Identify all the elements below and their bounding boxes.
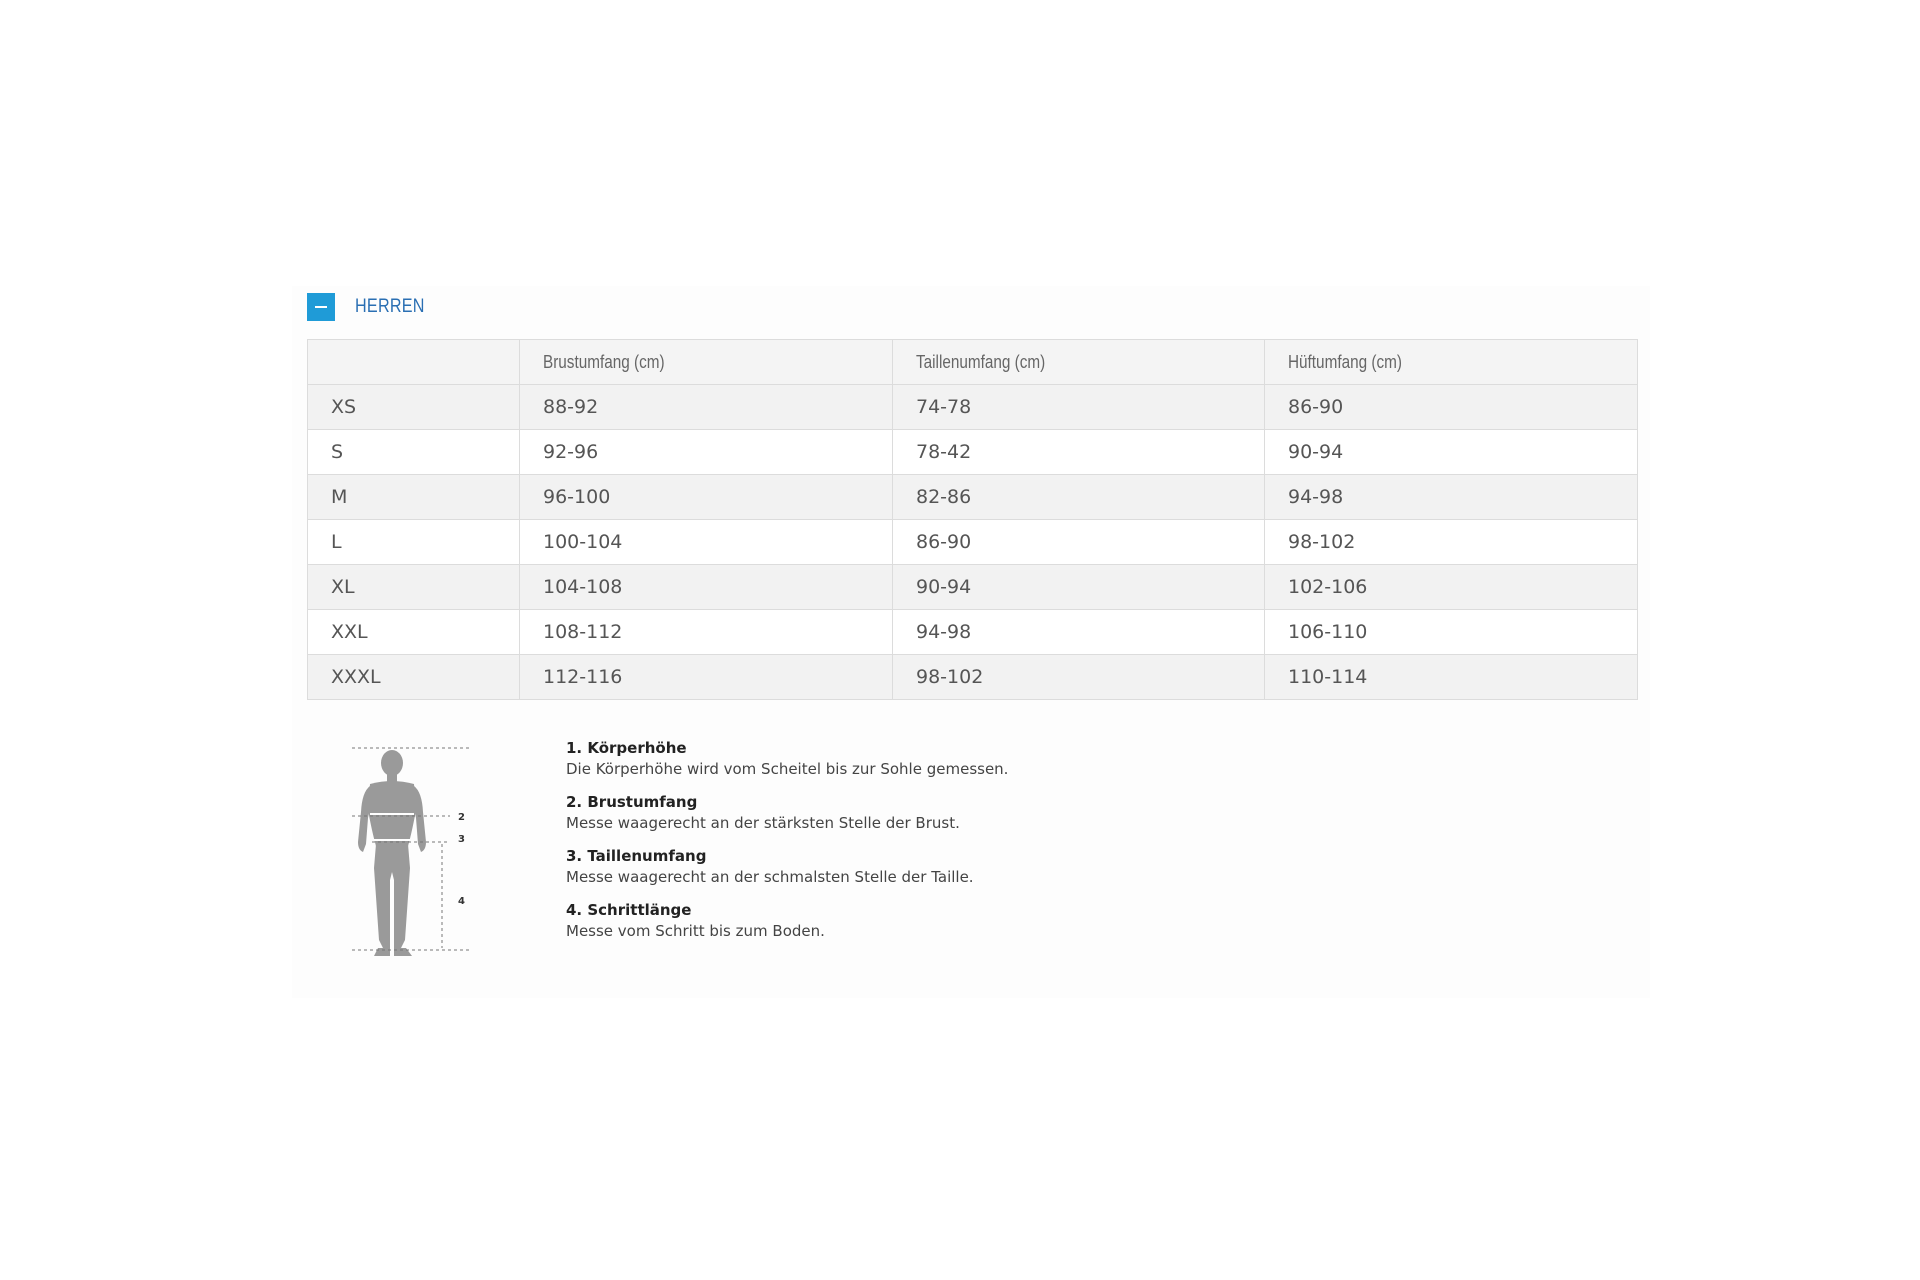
section-title[interactable]: HERREN [355,296,425,318]
hip-cell: 90-94 [1264,429,1638,475]
size-cell: M [307,474,520,520]
chest-cell: 100-104 [519,519,893,565]
waist-cell: 98-102 [892,654,1265,700]
measurement-instructions: 1. Körperhöhe Die Körperhöhe wird vom Sc… [566,738,1466,954]
table-row: XS 88-92 74-78 86-90 [307,384,1638,430]
guide-label-2: 2 [458,812,465,823]
table-header-row: Brustumfang (cm) Taillenumfang (cm) Hüft… [307,339,1638,385]
table-row: XXXL 112-116 98-102 110-114 [307,654,1638,700]
instruction-item: 3. Taillenumfang Messe waagerecht an der… [566,846,1466,888]
size-cell: XXXL [307,654,520,700]
waist-cell: 90-94 [892,564,1265,610]
hip-cell: 86-90 [1264,384,1638,430]
instruction-text: Die Körperhöhe wird vom Scheitel bis zur… [566,760,1009,778]
waist-cell: 78-42 [892,429,1265,475]
instruction-title: 2. Brustumfang [566,793,698,811]
instruction-item: 1. Körperhöhe Die Körperhöhe wird vom Sc… [566,738,1466,780]
header-size [307,339,520,385]
guide-label-4: 4 [458,896,465,907]
instruction-item: 4. Schrittlänge Messe vom Schritt bis zu… [566,900,1466,942]
instruction-text: Messe waagerecht an der schmalsten Stell… [566,868,974,886]
instruction-item: 2. Brustumfang Messe waagerecht an der s… [566,792,1466,834]
body-measurement-figure-icon: 2 3 4 [352,747,470,956]
waist-cell: 74-78 [892,384,1265,430]
waist-cell: 86-90 [892,519,1265,565]
instruction-title: 4. Schrittlänge [566,901,692,919]
chest-cell: 108-112 [519,609,893,655]
table-row: M 96-100 82-86 94-98 [307,474,1638,520]
hip-cell: 110-114 [1264,654,1638,700]
instruction-title: 1. Körperhöhe [566,739,687,757]
chest-cell: 96-100 [519,474,893,520]
size-cell: XS [307,384,520,430]
table-row: XL 104-108 90-94 102-106 [307,564,1638,610]
instruction-title: 3. Taillenumfang [566,847,707,865]
table-row: XXL 108-112 94-98 106-110 [307,609,1638,655]
collapse-toggle-button[interactable] [307,293,335,321]
table-row: S 92-96 78-42 90-94 [307,429,1638,475]
hip-cell: 102-106 [1264,564,1638,610]
chest-cell: 88-92 [519,384,893,430]
hip-cell: 98-102 [1264,519,1638,565]
size-cell: XL [307,564,520,610]
size-cell: XXL [307,609,520,655]
header-waist: Taillenumfang (cm) [892,339,1265,385]
table-row: L 100-104 86-90 98-102 [307,519,1638,565]
minus-icon [315,306,327,308]
size-cell: L [307,519,520,565]
size-table: Brustumfang (cm) Taillenumfang (cm) Hüft… [307,339,1638,700]
header-hip: Hüftumfang (cm) [1264,339,1638,385]
instruction-text: Messe waagerecht an der stärksten Stelle… [566,814,960,832]
chest-cell: 92-96 [519,429,893,475]
size-cell: S [307,429,520,475]
instruction-text: Messe vom Schritt bis zum Boden. [566,922,825,940]
header-chest: Brustumfang (cm) [519,339,893,385]
hip-cell: 106-110 [1264,609,1638,655]
chest-cell: 104-108 [519,564,893,610]
guide-label-3: 3 [458,834,465,845]
chest-cell: 112-116 [519,654,893,700]
waist-cell: 82-86 [892,474,1265,520]
waist-cell: 94-98 [892,609,1265,655]
section-header[interactable]: HERREN [307,292,437,322]
hip-cell: 94-98 [1264,474,1638,520]
